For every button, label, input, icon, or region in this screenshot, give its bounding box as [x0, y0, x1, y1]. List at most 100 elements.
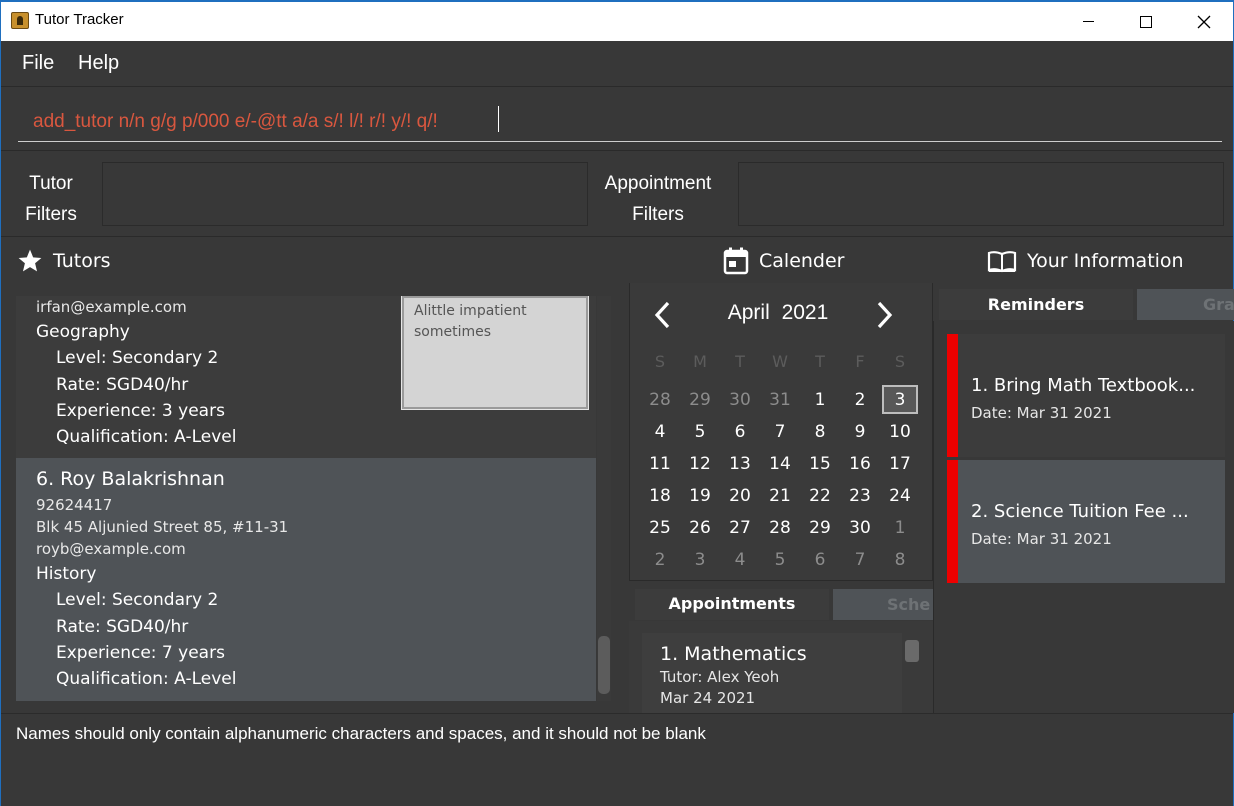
reminder-card[interactable]: 2. Science Tuition Fee ... Date: Mar 31 … — [947, 460, 1225, 583]
calendar-day[interactable]: 23 — [840, 480, 880, 512]
calendar-day[interactable]: 21 — [760, 480, 800, 512]
calendar-day[interactable]: 14 — [760, 448, 800, 480]
calendar-day[interactable]: 22 — [800, 480, 840, 512]
calendar-day[interactable]: 7 — [760, 416, 800, 448]
your-information-header: Your Information — [987, 239, 1184, 283]
tutor-filters-box[interactable] — [102, 162, 588, 226]
tutor-card[interactable]: irfan@example.com Geography Level: Secon… — [16, 296, 596, 458]
star-icon — [17, 248, 43, 274]
book-icon — [987, 249, 1017, 273]
calendar-day[interactable]: 17 — [880, 448, 920, 480]
appointment-filters-box[interactable] — [738, 162, 1224, 226]
calendar-day[interactable]: 8 — [880, 544, 920, 576]
minimize-button[interactable] — [1059, 2, 1117, 41]
tutor-experience: Experience: 3 years — [56, 401, 225, 421]
calendar-day[interactable]: 2 — [840, 384, 880, 416]
calendar-day[interactable]: 6 — [720, 416, 760, 448]
tutor-level: Level: Secondary 2 — [56, 590, 219, 610]
calendar-month-label: April 2021 — [727, 301, 829, 324]
app-window: Tutor Tracker File Help Tutor Filters Ap… — [0, 0, 1234, 806]
text-caret — [498, 106, 499, 132]
tutor-subject: History — [36, 564, 97, 584]
calendar-day[interactable]: 4 — [720, 544, 760, 576]
window-title: Tutor Tracker — [35, 11, 124, 28]
calendar-header: Calender — [723, 239, 844, 283]
tutor-card-selected[interactable]: 6. Roy Balakrishnan 92624417 Blk 45 Alju… — [16, 458, 596, 701]
calendar-day[interactable]: 13 — [720, 448, 760, 480]
calendar-day[interactable]: 26 — [680, 512, 720, 544]
calendar-day[interactable]: 5 — [680, 416, 720, 448]
appointment-tutor: Tutor: Alex Yeoh — [660, 668, 780, 686]
calendar-day[interactable]: 12 — [680, 448, 720, 480]
tab-schedules[interactable]: Sche — [833, 589, 943, 620]
menu-help[interactable]: Help — [78, 52, 119, 75]
calendar-day[interactable]: 2 — [640, 544, 680, 576]
tutor-filters-label-line1: Tutor — [29, 173, 73, 194]
title-bar: Tutor Tracker — [1, 2, 1233, 41]
calendar-prev-button[interactable] — [649, 298, 675, 332]
calendar-day[interactable]: 3 — [680, 544, 720, 576]
calendar-day[interactable]: 9 — [840, 416, 880, 448]
tutor-list-scrollbar[interactable] — [598, 636, 610, 694]
tab-grades[interactable]: Gra — [1137, 289, 1234, 320]
calendar-day[interactable]: 27 — [720, 512, 760, 544]
calendar-next-button[interactable] — [872, 298, 898, 332]
calendar-day[interactable]: 28 — [760, 512, 800, 544]
calendar-day[interactable]: 1 — [880, 512, 920, 544]
calendar-day[interactable]: 18 — [640, 480, 680, 512]
calendar-weekday: S — [654, 351, 666, 371]
reminder-card[interactable]: 1. Bring Math Textbook... Date: Mar 31 2… — [947, 334, 1225, 457]
menu-file[interactable]: File — [22, 52, 54, 75]
calendar-day[interactable]: 11 — [640, 448, 680, 480]
calendar-day[interactable]: 20 — [720, 480, 760, 512]
appointment-title: 1. Mathematics — [660, 643, 807, 665]
calendar-day[interactable]: 1 — [800, 384, 840, 416]
calendar-day[interactable]: 5 — [760, 544, 800, 576]
calendar-day[interactable]: 25 — [640, 512, 680, 544]
calendar-weekday: M — [693, 351, 707, 371]
reminder-accent-bar — [947, 334, 958, 457]
appointment-tabs: Appointments Sche — [629, 585, 943, 622]
reminder-title: 2. Science Tuition Fee ... — [971, 501, 1189, 522]
calendar-day[interactable]: 30 — [720, 384, 760, 416]
result-message: Names should only contain alphanumeric c… — [16, 724, 706, 743]
appointment-card[interactable]: 1. Mathematics Tutor: Alex Yeoh Mar 24 2… — [642, 633, 902, 713]
tutor-experience: Experience: 7 years — [56, 643, 225, 663]
maximize-button[interactable] — [1117, 2, 1175, 41]
your-information-header-label: Your Information — [1027, 250, 1184, 272]
calendar-day[interactable]: 24 — [880, 480, 920, 512]
calendar-day[interactable]: 10 — [880, 416, 920, 448]
app-icon — [11, 12, 29, 29]
calendar-day[interactable]: 16 — [840, 448, 880, 480]
appointment-list[interactable]: 1. Mathematics Tutor: Alex Yeoh Mar 24 2… — [629, 621, 933, 713]
tutor-name: 6. Roy Balakrishnan — [36, 468, 225, 490]
calendar-icon — [723, 247, 749, 275]
tutor-rate: Rate: SGD40/hr — [56, 617, 189, 637]
appointment-date: Mar 24 2021 — [660, 689, 756, 707]
calendar-day[interactable]: 15 — [800, 448, 840, 480]
calendar-header-label: Calender — [759, 250, 845, 272]
calendar-day[interactable]: 7 — [840, 544, 880, 576]
tutor-level: Level: Secondary 2 — [56, 348, 219, 368]
close-icon — [1197, 15, 1211, 28]
close-button[interactable] — [1175, 2, 1233, 41]
calendar-day[interactable]: 28 — [640, 384, 680, 416]
appointment-list-scrollbar[interactable] — [905, 640, 919, 662]
tab-appointments[interactable]: Appointments — [635, 589, 829, 620]
tutor-email: irfan@example.com — [36, 298, 187, 316]
tutor-list[interactable]: irfan@example.com Geography Level: Secon… — [16, 296, 596, 701]
calendar-day[interactable]: 19 — [680, 480, 720, 512]
maximize-icon — [1140, 15, 1152, 28]
calendar-day[interactable]: 8 — [800, 416, 840, 448]
calendar-day[interactable]: 31 — [760, 384, 800, 416]
tab-reminders[interactable]: Reminders — [939, 289, 1133, 320]
command-input[interactable] — [18, 102, 1222, 142]
information-tabs: Reminders Gra — [933, 285, 1234, 321]
calendar-day[interactable]: 29 — [680, 384, 720, 416]
calendar-day-today[interactable]: 3 — [882, 385, 918, 414]
reminder-date: Date: Mar 31 2021 — [971, 530, 1112, 548]
calendar-day[interactable]: 4 — [640, 416, 680, 448]
calendar-day[interactable]: 30 — [840, 512, 880, 544]
calendar-day[interactable]: 29 — [800, 512, 840, 544]
calendar-day[interactable]: 6 — [800, 544, 840, 576]
